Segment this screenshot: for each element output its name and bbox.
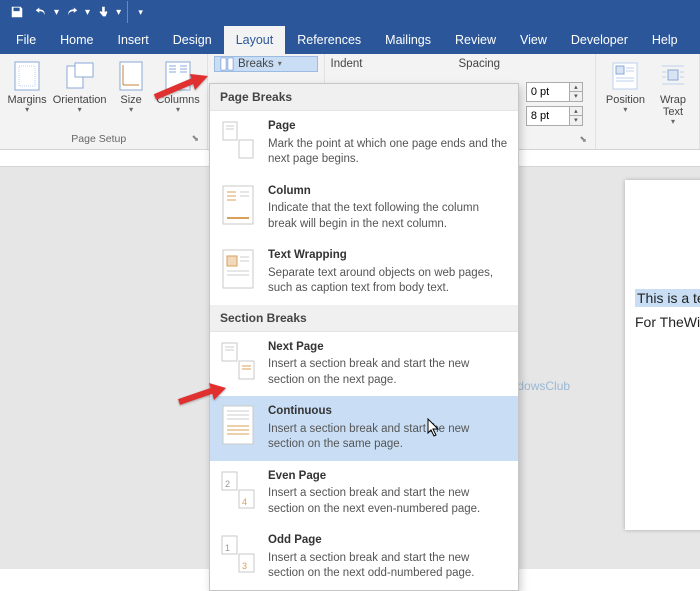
svg-text:2: 2 [225,479,230,489]
position-button[interactable]: Position ▾ [602,58,649,116]
tab-developer[interactable]: Developer [559,26,640,54]
dialog-launcher-icon[interactable]: ⬊ [191,133,199,144]
menu-item-text-wrapping[interactable]: Text WrappingSeparate text around object… [210,240,518,305]
chevron-down-icon[interactable]: ▾ [116,7,121,18]
selected-text[interactable]: This is a tes [635,289,700,307]
wrap-text-button[interactable]: Wrap Text ▾ [653,58,693,128]
chevron-down-icon: ▾ [623,106,627,114]
customize-qat-icon[interactable]: ▾ [127,1,149,23]
body-text[interactable]: For TheWin [635,314,700,330]
menu-item-continuous[interactable]: ContinuousInsert a section break and sta… [210,396,518,461]
size-button[interactable]: Size ▾ [111,58,151,116]
page-break-icon [220,119,256,161]
chevron-down-icon: ▾ [25,106,29,114]
spacing-before-input[interactable] [527,86,569,98]
tab-view[interactable]: View [508,26,559,54]
undo-icon[interactable] [30,1,52,23]
spacing-heading: Spacing [459,58,501,70]
position-icon [609,60,641,92]
size-icon [115,60,147,92]
tab-home[interactable]: Home [48,26,105,54]
tab-references[interactable]: References [285,26,373,54]
spin-down-icon[interactable]: ▾ [570,92,582,101]
chevron-down-icon[interactable]: ▾ [85,7,90,18]
chevron-down-icon: ▾ [129,106,133,114]
tab-file[interactable]: File [4,26,48,54]
spin-down-icon[interactable]: ▾ [570,116,582,125]
next-page-break-icon [220,340,256,382]
spin-up-icon[interactable]: ▴ [570,83,582,92]
menu-item-odd-page[interactable]: 13 Odd PageInsert a section break and st… [210,525,518,590]
svg-text:4: 4 [242,497,247,507]
orientation-icon [64,60,96,92]
margins-button[interactable]: Margins ▾ [6,58,48,116]
menu-item-page[interactable]: PageMark the point at which one page end… [210,111,518,176]
spacing-after-field[interactable]: ▴▾ [526,106,583,126]
dialog-launcher-icon[interactable]: ⬊ [579,134,587,145]
document-page[interactable]: This is a tes For TheWin [625,180,700,530]
svg-text:1: 1 [225,543,230,553]
spacing-after-input[interactable] [527,110,569,122]
breaks-dropdown: Page Breaks PageMark the point at which … [209,83,519,591]
margins-icon [11,60,43,92]
touch-mode-icon[interactable] [92,1,114,23]
even-page-break-icon: 24 [220,469,256,511]
orientation-button[interactable]: Orientation ▾ [52,58,107,116]
group-label-page-setup: Page Setup⬊ [6,133,201,147]
tab-mailings[interactable]: Mailings [373,26,443,54]
breaks-icon [220,57,234,71]
svg-text:3: 3 [242,561,247,571]
quick-access-toolbar: ▾ ▾ ▾ ▾ [0,0,700,24]
save-icon[interactable] [6,1,28,23]
chevron-down-icon: ▾ [78,106,82,114]
annotation-arrow [150,72,210,107]
column-break-icon [220,184,256,226]
spin-up-icon[interactable]: ▴ [570,107,582,116]
chevron-down-icon: ▾ [176,106,180,114]
spacing-before-field[interactable]: ▴▾ [526,82,583,102]
ribbon-tabs: File Home Insert Design Layout Reference… [0,24,700,54]
chevron-down-icon: ▾ [278,60,282,68]
tab-design[interactable]: Design [161,26,224,54]
wrap-text-icon [657,60,689,92]
dropdown-section-section-breaks: Section Breaks [210,305,518,332]
indent-heading: Indent [331,58,363,70]
annotation-arrow [174,380,229,415]
group-arrange: Position ▾ Wrap Text ▾ [596,54,700,149]
menu-item-next-page[interactable]: Next PageInsert a section break and star… [210,332,518,397]
chevron-down-icon: ▾ [671,118,675,126]
tab-help[interactable]: Help [640,26,690,54]
dropdown-section-page-breaks: Page Breaks [210,84,518,111]
chevron-down-icon[interactable]: ▾ [54,7,59,18]
tab-layout[interactable]: Layout [224,26,286,54]
menu-item-even-page[interactable]: 24 Even PageInsert a section break and s… [210,461,518,526]
redo-icon[interactable] [61,1,83,23]
text-wrapping-break-icon [220,248,256,290]
tab-insert[interactable]: Insert [106,26,161,54]
tab-review[interactable]: Review [443,26,508,54]
breaks-button[interactable]: Breaks ▾ [214,56,318,72]
menu-item-column[interactable]: ColumnIndicate that the text following t… [210,176,518,241]
